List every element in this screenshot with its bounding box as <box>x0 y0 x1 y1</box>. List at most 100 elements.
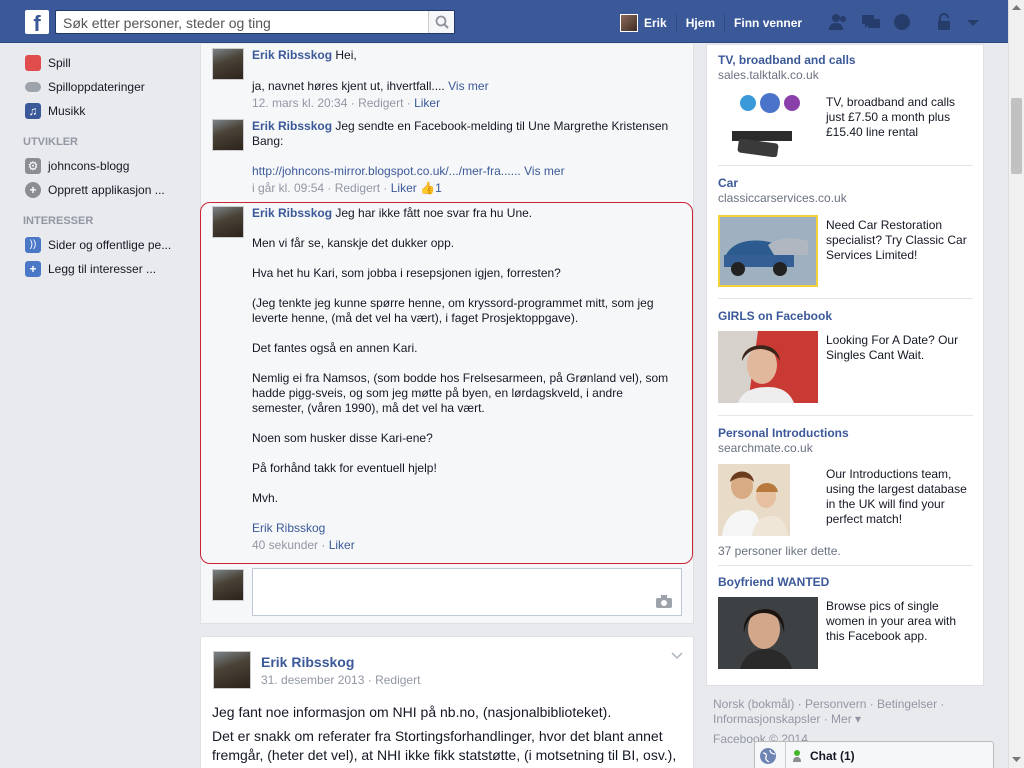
edited-link[interactable]: Redigert <box>335 181 380 195</box>
scrollbar-thumb[interactable] <box>1011 98 1022 174</box>
sidebar-item-game-updates[interactable]: Spilloppdateringer <box>25 78 145 96</box>
comment-text: Hei, <box>335 48 357 62</box>
comment-timestamp[interactable]: 12. mars kl. 20:34 <box>252 96 347 110</box>
blog-url-link[interactable]: http://johncons-mirror.blogspot.co.uk/..… <box>252 164 521 178</box>
sidebar-item-music[interactable]: ♫ Musikk <box>25 102 85 120</box>
sidebar-item-blog[interactable]: ⚙ johncons-blogg <box>25 157 129 175</box>
chat-bar[interactable]: Chat (1) <box>754 741 994 768</box>
comment-author-link[interactable]: Erik Ribsskog <box>252 119 332 133</box>
ad-title[interactable]: GIRLS on Facebook <box>718 309 974 323</box>
post-text: Jeg fant noe informasjon om NHI på nb.no… <box>212 703 687 765</box>
ad-title[interactable]: Car <box>718 176 974 190</box>
edited-link[interactable]: Redigert <box>358 96 403 110</box>
footer-links[interactable]: Informasjonskapsler · Mer ▾ <box>713 712 973 727</box>
comment-input[interactable] <box>252 568 682 616</box>
comment-paragraph: På forhånd takk for eventuell hjelp! <box>252 461 437 475</box>
left-sidebar: Spill Spilloppdateringer ♫ Musikk UTVIKL… <box>0 44 190 768</box>
chevron-down-icon[interactable] <box>671 651 683 661</box>
ad-title[interactable]: TV, broadband and calls <box>718 53 974 67</box>
comment-paragraph: Hva het hu Kari, som jobba i resepsjonen… <box>252 266 561 280</box>
scroll-down-arrow-icon[interactable] <box>1012 757 1021 763</box>
ad-image-couple[interactable] <box>718 464 790 536</box>
nav-profile-link[interactable]: Erik <box>644 14 677 32</box>
divider <box>718 298 973 299</box>
post-author-link[interactable]: Erik Ribsskog <box>261 654 354 670</box>
chat-label[interactable]: Chat (1) <box>810 749 855 763</box>
footer: Norsk (bokmål) · Personvern · Betingelse… <box>713 697 973 747</box>
avatar[interactable] <box>620 14 638 32</box>
comment-paragraph: Noen som husker disse Kari-ene? <box>252 431 433 445</box>
notifications-globe-icon[interactable] <box>892 13 912 31</box>
signature-link[interactable]: Erik Ribsskog <box>252 521 672 536</box>
music-icon: ♫ <box>25 103 41 119</box>
comment-timestamp[interactable]: i går kl. 09:54 <box>252 181 324 195</box>
scrollbar[interactable] <box>1008 0 1024 768</box>
ad-url: searchmate.co.uk <box>718 441 813 455</box>
globe-icon[interactable] <box>759 747 777 765</box>
ad-unit[interactable]: Car classiccarservices.co.uk Need Car Re… <box>718 176 974 287</box>
ad-unit[interactable]: GIRLS on Facebook Looking For A Date? Ou… <box>718 309 974 403</box>
ad-image-cars[interactable] <box>718 215 818 287</box>
like-link[interactable]: Liker <box>391 181 417 195</box>
ad-title[interactable]: Boyfriend WANTED <box>718 575 974 589</box>
comment-paragraph: Mvh. <box>252 491 279 505</box>
sidebar-item-create-app[interactable]: + Opprett applikasjon ... <box>25 181 165 199</box>
avatar[interactable] <box>212 206 244 238</box>
edited-link[interactable]: Redigert <box>375 673 420 687</box>
divider <box>718 565 973 566</box>
facebook-logo[interactable]: f <box>25 10 49 34</box>
avatar[interactable] <box>213 651 251 689</box>
ad-text: Our Introductions team, using the larges… <box>826 467 967 526</box>
ad-image-woman[interactable] <box>718 331 818 403</box>
avatar[interactable] <box>212 119 244 151</box>
plus-circle-icon: + <box>25 182 41 198</box>
scroll-up-arrow-icon[interactable] <box>1012 4 1021 10</box>
settings-dropdown-icon[interactable] <box>963 13 983 31</box>
search-input[interactable] <box>63 14 423 31</box>
like-link[interactable]: Liker <box>329 538 355 552</box>
sidebar-item-games[interactable]: Spill <box>25 54 71 72</box>
avatar[interactable] <box>212 48 244 80</box>
see-more-link[interactable]: Vis mer <box>448 79 488 93</box>
nav-find-friends-link[interactable]: Finn venner <box>725 14 811 32</box>
ad-title[interactable]: Personal Introductions <box>718 426 974 440</box>
comment-timestamp[interactable]: 40 sekunder <box>252 538 318 552</box>
ad-image-woman[interactable] <box>718 597 818 669</box>
sidebar-item-add-interests[interactable]: + Legg til interesser ... <box>25 260 156 278</box>
ad-image-broadband[interactable] <box>718 91 818 157</box>
avatar <box>212 569 244 601</box>
sidebar-item-label: Musikk <box>48 104 86 118</box>
like-link[interactable]: Liker <box>414 96 440 110</box>
comment-author-link[interactable]: Erik Ribsskog <box>252 48 332 62</box>
messages-icon[interactable] <box>861 13 881 31</box>
ad-unit[interactable]: TV, broadband and calls sales.talktalk.c… <box>718 53 974 157</box>
plus-icon: + <box>25 261 41 277</box>
sidebar-item-label: Legg til interesser ... <box>48 262 157 276</box>
comment-text: ja, navnet høres kjent ut, ihvertfall...… <box>252 79 445 93</box>
ads-column: TV, broadband and calls sales.talktalk.c… <box>706 44 984 686</box>
footer-links[interactable]: Norsk (bokmål) · Personvern · Betingelse… <box>713 697 973 712</box>
see-more-link[interactable]: Vis mer <box>524 164 564 178</box>
ad-unit[interactable]: Boyfriend WANTED Browse pics of single w… <box>718 575 974 669</box>
sidebar-item-label: Spill <box>48 56 71 70</box>
nav-home-link[interactable]: Hjem <box>677 14 726 32</box>
games-icon <box>25 55 41 71</box>
ad-url: classiccarservices.co.uk <box>718 191 847 205</box>
sidebar-item-pages[interactable]: )) Sider og offentlige pe... <box>25 236 171 254</box>
comment-author-link[interactable]: Erik Ribsskog <box>252 206 332 220</box>
ad-likes: 37 personer liker dette. <box>718 544 841 558</box>
ad-text: Need Car Restoration specialist? Try Cla… <box>826 218 967 262</box>
ad-unit[interactable]: Personal Introductions searchmate.co.uk … <box>718 426 974 558</box>
comment-paragraph: (Jeg tenkte jeg kunne spørre henne, om k… <box>252 296 654 325</box>
camera-icon[interactable] <box>656 595 672 608</box>
post-date-link[interactable]: 31. desember 2013 <box>261 673 364 687</box>
post-paragraph: Jeg fant noe informasjon om NHI på nb.no… <box>212 704 612 720</box>
search-box[interactable] <box>55 10 455 34</box>
friend-requests-icon[interactable] <box>828 13 848 31</box>
search-button[interactable] <box>428 11 454 33</box>
comment-paragraph: Det fantes også en annen Kari. <box>252 341 418 355</box>
comment-text: Jeg har ikke fått noe svar fra hu Une. <box>335 206 533 220</box>
privacy-lock-icon[interactable] <box>936 13 956 31</box>
ad-url: sales.talktalk.co.uk <box>718 68 819 82</box>
like-count[interactable]: 👍1 <box>420 181 442 195</box>
